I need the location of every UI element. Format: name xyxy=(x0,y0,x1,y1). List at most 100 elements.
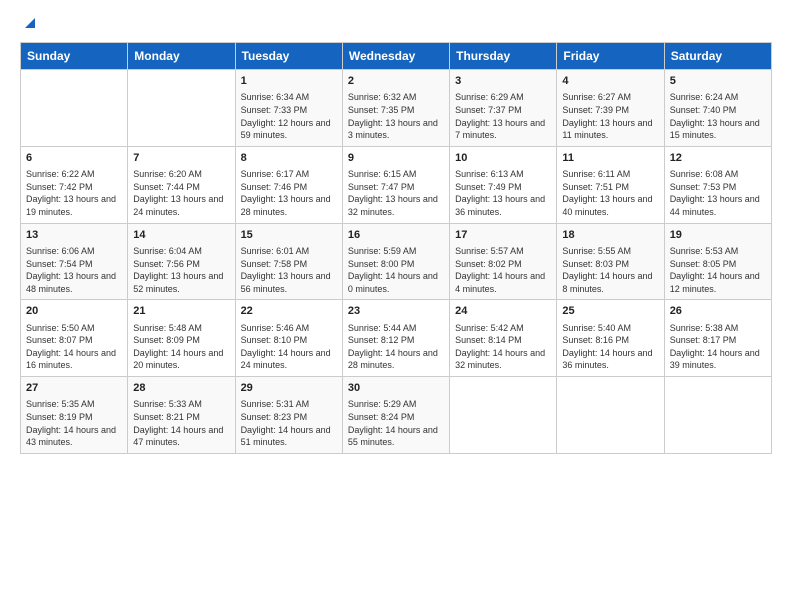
day-sunset: Sunset: 8:03 PM xyxy=(562,258,658,271)
day-info: Sunrise: 5:33 AM xyxy=(133,398,229,411)
day-info: Sunrise: 5:38 AM xyxy=(670,322,766,335)
day-cell: 17Sunrise: 5:57 AMSunset: 8:02 PMDayligh… xyxy=(450,223,557,300)
day-info: Sunrise: 5:50 AM xyxy=(26,322,122,335)
day-number: 7 xyxy=(133,151,229,166)
day-daylight: Daylight: 13 hours and 36 minutes. xyxy=(455,193,551,218)
week-row-3: 13Sunrise: 6:06 AMSunset: 7:54 PMDayligh… xyxy=(21,223,772,300)
day-cell: 12Sunrise: 6:08 AMSunset: 7:53 PMDayligh… xyxy=(664,146,771,223)
day-cell: 29Sunrise: 5:31 AMSunset: 8:23 PMDayligh… xyxy=(235,377,342,454)
header xyxy=(20,16,772,32)
day-sunset: Sunset: 8:16 PM xyxy=(562,334,658,347)
day-sunset: Sunset: 8:17 PM xyxy=(670,334,766,347)
day-cell: 25Sunrise: 5:40 AMSunset: 8:16 PMDayligh… xyxy=(557,300,664,377)
day-cell: 19Sunrise: 5:53 AMSunset: 8:05 PMDayligh… xyxy=(664,223,771,300)
day-cell: 22Sunrise: 5:46 AMSunset: 8:10 PMDayligh… xyxy=(235,300,342,377)
day-number: 30 xyxy=(348,381,444,396)
day-number: 2 xyxy=(348,74,444,89)
week-row-5: 27Sunrise: 5:35 AMSunset: 8:19 PMDayligh… xyxy=(21,377,772,454)
day-sunset: Sunset: 8:19 PM xyxy=(26,411,122,424)
day-info: Sunrise: 6:11 AM xyxy=(562,168,658,181)
day-cell: 7 Sunrise: 6:20 AMSunset: 7:44 PMDaylight… xyxy=(128,146,235,223)
day-sunset: Sunset: 8:05 PM xyxy=(670,258,766,271)
day-cell: 28 Sunrise: 5:33 AMSunset: 8:21 PMDayligh… xyxy=(128,377,235,454)
header-cell-sunday: Sunday xyxy=(21,43,128,70)
day-sunset: Sunset: 8:02 PM xyxy=(455,258,551,271)
day-number: 6 xyxy=(26,151,122,166)
day-info: Sunrise: 6:22 AM xyxy=(26,168,122,181)
day-daylight: Daylight: 13 hours and 7 minutes. xyxy=(455,117,551,142)
day-sunset: Sunset: 8:07 PM xyxy=(26,334,122,347)
day-daylight: Daylight: 13 hours and 24 minutes. xyxy=(133,193,229,218)
header-cell-tuesday: Tuesday xyxy=(235,43,342,70)
day-sunset: Sunset: 7:33 PM xyxy=(241,104,337,117)
day-sunset: Sunset: 7:51 PM xyxy=(562,181,658,194)
day-cell: 26Sunrise: 5:38 AMSunset: 8:17 PMDayligh… xyxy=(664,300,771,377)
day-sunset: Sunset: 7:46 PM xyxy=(241,181,337,194)
day-number: 18 xyxy=(562,228,658,243)
calendar-page: SundayMondayTuesdayWednesdayThursdayFrid… xyxy=(0,0,792,612)
day-cell: 3Sunrise: 6:29 AMSunset: 7:37 PMDaylight… xyxy=(450,70,557,147)
day-number: 27 xyxy=(26,381,122,396)
day-sunset: Sunset: 8:12 PM xyxy=(348,334,444,347)
day-cell: 27 Sunrise: 5:35 AMSunset: 8:19 PMDayligh… xyxy=(21,377,128,454)
day-sunset: Sunset: 7:49 PM xyxy=(455,181,551,194)
day-number: 8 xyxy=(241,151,337,166)
day-cell: 11Sunrise: 6:11 AMSunset: 7:51 PMDayligh… xyxy=(557,146,664,223)
logo xyxy=(20,16,39,32)
week-row-1: 1Sunrise: 6:34 AMSunset: 7:33 PMDaylight… xyxy=(21,70,772,147)
day-info: Sunrise: 6:08 AM xyxy=(670,168,766,181)
day-info: Sunrise: 6:01 AM xyxy=(241,245,337,258)
day-daylight: Daylight: 14 hours and 43 minutes. xyxy=(26,424,122,449)
day-daylight: Daylight: 12 hours and 59 minutes. xyxy=(241,117,337,142)
day-number: 29 xyxy=(241,381,337,396)
day-sunset: Sunset: 7:56 PM xyxy=(133,258,229,271)
day-daylight: Daylight: 14 hours and 16 minutes. xyxy=(26,347,122,372)
day-info: Sunrise: 5:31 AM xyxy=(241,398,337,411)
day-sunset: Sunset: 7:53 PM xyxy=(670,181,766,194)
day-daylight: Daylight: 13 hours and 19 minutes. xyxy=(26,193,122,218)
day-cell: 13Sunrise: 6:06 AMSunset: 7:54 PMDayligh… xyxy=(21,223,128,300)
header-cell-saturday: Saturday xyxy=(664,43,771,70)
day-number: 26 xyxy=(670,304,766,319)
day-info: Sunrise: 6:13 AM xyxy=(455,168,551,181)
day-daylight: Daylight: 13 hours and 32 minutes. xyxy=(348,193,444,218)
header-cell-friday: Friday xyxy=(557,43,664,70)
header-cell-wednesday: Wednesday xyxy=(342,43,449,70)
day-number: 3 xyxy=(455,74,551,89)
day-number: 23 xyxy=(348,304,444,319)
day-info: Sunrise: 5:35 AM xyxy=(26,398,122,411)
day-info: Sunrise: 5:44 AM xyxy=(348,322,444,335)
day-cell: 10Sunrise: 6:13 AMSunset: 7:49 PMDayligh… xyxy=(450,146,557,223)
day-daylight: Daylight: 13 hours and 40 minutes. xyxy=(562,193,658,218)
day-number: 25 xyxy=(562,304,658,319)
day-sunset: Sunset: 7:44 PM xyxy=(133,181,229,194)
day-number: 19 xyxy=(670,228,766,243)
day-cell: 15Sunrise: 6:01 AMSunset: 7:58 PMDayligh… xyxy=(235,223,342,300)
day-number: 4 xyxy=(562,74,658,89)
day-daylight: Daylight: 14 hours and 0 minutes. xyxy=(348,270,444,295)
day-number: 20 xyxy=(26,304,122,319)
day-daylight: Daylight: 13 hours and 3 minutes. xyxy=(348,117,444,142)
day-daylight: Daylight: 13 hours and 11 minutes. xyxy=(562,117,658,142)
day-number: 24 xyxy=(455,304,551,319)
day-info: Sunrise: 5:46 AM xyxy=(241,322,337,335)
day-number: 28 xyxy=(133,381,229,396)
day-daylight: Daylight: 14 hours and 47 minutes. xyxy=(133,424,229,449)
day-daylight: Daylight: 14 hours and 51 minutes. xyxy=(241,424,337,449)
day-number: 1 xyxy=(241,74,337,89)
day-info: Sunrise: 6:17 AM xyxy=(241,168,337,181)
day-info: Sunrise: 6:20 AM xyxy=(133,168,229,181)
day-cell: 8Sunrise: 6:17 AMSunset: 7:46 PMDaylight… xyxy=(235,146,342,223)
day-daylight: Daylight: 13 hours and 56 minutes. xyxy=(241,270,337,295)
day-daylight: Daylight: 13 hours and 15 minutes. xyxy=(670,117,766,142)
week-row-4: 20Sunrise: 5:50 AMSunset: 8:07 PMDayligh… xyxy=(21,300,772,377)
day-info: Sunrise: 5:53 AM xyxy=(670,245,766,258)
day-daylight: Daylight: 14 hours and 36 minutes. xyxy=(562,347,658,372)
day-sunset: Sunset: 7:58 PM xyxy=(241,258,337,271)
day-info: Sunrise: 6:06 AM xyxy=(26,245,122,258)
day-cell xyxy=(557,377,664,454)
day-sunset: Sunset: 8:21 PM xyxy=(133,411,229,424)
week-row-2: 6Sunrise: 6:22 AMSunset: 7:42 PMDaylight… xyxy=(21,146,772,223)
day-sunset: Sunset: 7:47 PM xyxy=(348,181,444,194)
day-daylight: Daylight: 13 hours and 48 minutes. xyxy=(26,270,122,295)
